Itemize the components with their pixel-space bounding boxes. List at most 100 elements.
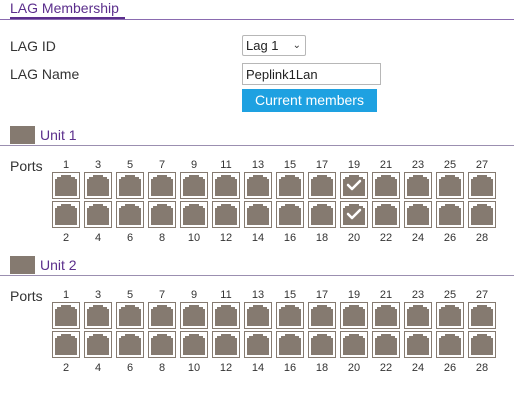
port[interactable] bbox=[52, 331, 80, 358]
port[interactable] bbox=[84, 172, 112, 199]
port[interactable] bbox=[372, 302, 400, 329]
port[interactable] bbox=[180, 201, 208, 228]
port[interactable] bbox=[52, 201, 80, 228]
port-number-label: 17 bbox=[315, 289, 329, 301]
port[interactable] bbox=[244, 302, 272, 329]
port[interactable] bbox=[436, 201, 464, 228]
port-notch-ledge bbox=[313, 177, 331, 179]
port[interactable] bbox=[116, 201, 144, 228]
port-selected[interactable] bbox=[340, 172, 368, 199]
port[interactable] bbox=[180, 302, 208, 329]
port-notch-ledge bbox=[153, 307, 171, 309]
port[interactable] bbox=[244, 201, 272, 228]
port-notch-ledge bbox=[57, 177, 75, 179]
port-notch-ledge bbox=[121, 336, 139, 338]
port[interactable] bbox=[308, 302, 336, 329]
port[interactable] bbox=[404, 172, 432, 199]
port[interactable] bbox=[308, 201, 336, 228]
port-number-label: 26 bbox=[443, 232, 457, 244]
port[interactable] bbox=[116, 302, 144, 329]
port-notch-ledge bbox=[313, 206, 331, 208]
lag-id-label: LAG ID bbox=[10, 38, 56, 54]
port-notch-ledge bbox=[281, 206, 299, 208]
port-number-label: 11 bbox=[220, 289, 232, 301]
current-members-button[interactable]: Current members bbox=[242, 89, 377, 112]
port[interactable] bbox=[436, 331, 464, 358]
port-notch-ledge bbox=[153, 336, 171, 338]
port[interactable] bbox=[84, 201, 112, 228]
port[interactable] bbox=[276, 201, 304, 228]
port[interactable] bbox=[340, 302, 368, 329]
port-notch-ledge bbox=[441, 336, 459, 338]
port-number-label: 18 bbox=[315, 362, 329, 374]
port[interactable] bbox=[468, 201, 496, 228]
port[interactable] bbox=[148, 172, 176, 199]
port-number-label: 4 bbox=[94, 362, 102, 374]
port[interactable] bbox=[212, 172, 240, 199]
port[interactable] bbox=[116, 331, 144, 358]
port-notch-ledge bbox=[217, 206, 235, 208]
port[interactable] bbox=[436, 302, 464, 329]
port-selected[interactable] bbox=[340, 201, 368, 228]
port[interactable] bbox=[212, 302, 240, 329]
section-title: LAG Membership bbox=[10, 0, 119, 16]
lag-name-input[interactable] bbox=[242, 63, 381, 85]
port-notch-ledge bbox=[121, 206, 139, 208]
port[interactable] bbox=[468, 331, 496, 358]
port[interactable] bbox=[148, 201, 176, 228]
port-notch-ledge bbox=[185, 307, 203, 309]
port[interactable] bbox=[244, 172, 272, 199]
port-number-label: 12 bbox=[219, 362, 233, 374]
port-notch-ledge bbox=[185, 336, 203, 338]
port[interactable] bbox=[404, 331, 432, 358]
port-number-label: 2 bbox=[62, 232, 70, 244]
port[interactable] bbox=[84, 302, 112, 329]
port[interactable] bbox=[404, 201, 432, 228]
port[interactable] bbox=[276, 172, 304, 199]
port[interactable] bbox=[276, 302, 304, 329]
port-number-label: 24 bbox=[411, 232, 425, 244]
port[interactable] bbox=[468, 172, 496, 199]
section-divider bbox=[0, 19, 514, 20]
port[interactable] bbox=[52, 172, 80, 199]
port[interactable] bbox=[148, 302, 176, 329]
port-notch-ledge bbox=[89, 177, 107, 179]
lag-id-select[interactable]: Lag 1 ⌄ bbox=[242, 35, 306, 56]
port[interactable] bbox=[372, 331, 400, 358]
port-notch-ledge bbox=[313, 336, 331, 338]
port-notch-ledge bbox=[249, 307, 267, 309]
port[interactable] bbox=[180, 331, 208, 358]
port[interactable] bbox=[340, 331, 368, 358]
port[interactable] bbox=[468, 302, 496, 329]
port[interactable] bbox=[308, 172, 336, 199]
port[interactable] bbox=[148, 331, 176, 358]
port-notch-ledge bbox=[345, 307, 363, 309]
port-number-label: 20 bbox=[347, 232, 361, 244]
port[interactable] bbox=[180, 172, 208, 199]
port-number-label: 2 bbox=[62, 362, 70, 374]
port[interactable] bbox=[84, 331, 112, 358]
port-number-label: 8 bbox=[158, 362, 166, 374]
port-notch-ledge bbox=[89, 336, 107, 338]
port[interactable] bbox=[372, 201, 400, 228]
port[interactable] bbox=[372, 172, 400, 199]
port-notch-ledge bbox=[409, 307, 427, 309]
port[interactable] bbox=[212, 331, 240, 358]
port-number-label: 6 bbox=[126, 362, 134, 374]
port[interactable] bbox=[436, 172, 464, 199]
port[interactable] bbox=[276, 331, 304, 358]
port-number-label: 4 bbox=[94, 232, 102, 244]
ports-label: Ports bbox=[10, 158, 43, 174]
port-notch-ledge bbox=[377, 336, 395, 338]
port-notch-ledge bbox=[473, 336, 491, 338]
chevron-down-icon: ⌄ bbox=[292, 40, 301, 51]
port[interactable] bbox=[116, 172, 144, 199]
port-notch-ledge bbox=[441, 307, 459, 309]
port-number-label: 12 bbox=[219, 232, 233, 244]
port[interactable] bbox=[404, 302, 432, 329]
port-notch-ledge bbox=[153, 206, 171, 208]
port[interactable] bbox=[212, 201, 240, 228]
port[interactable] bbox=[244, 331, 272, 358]
port[interactable] bbox=[52, 302, 80, 329]
port[interactable] bbox=[308, 331, 336, 358]
